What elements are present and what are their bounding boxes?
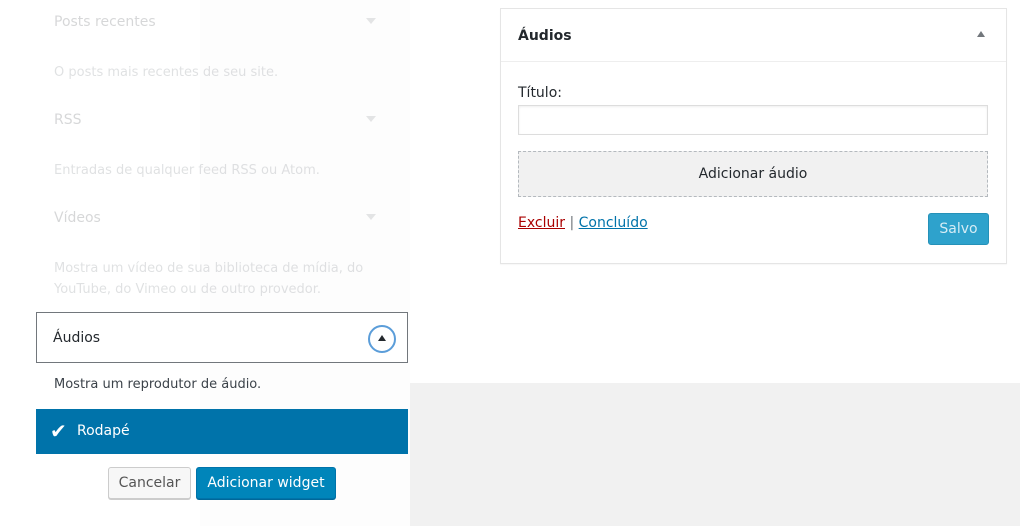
delete-link[interactable]: Excluir <box>518 215 565 231</box>
widget-description: Entradas de qualquer feed RSS ou Atom. <box>54 163 320 178</box>
cancel-button[interactable]: Cancelar <box>108 467 191 499</box>
add-audio-button[interactable]: Adicionar áudio <box>518 151 988 197</box>
widget-description: O posts mais recentes de seu site. <box>54 65 279 80</box>
chevron-down-icon <box>366 116 376 122</box>
widget-audios-selected[interactable]: Áudios <box>36 312 408 363</box>
widget-title: Vídeos <box>54 210 101 226</box>
chevron-up-icon[interactable] <box>977 31 985 37</box>
checkmark-icon: ✔ <box>50 419 67 443</box>
sidebar-option-rodape[interactable]: ✔ Rodapé <box>36 409 408 454</box>
widget-description: Mostra um vídeo de sua biblioteca de míd… <box>54 261 364 297</box>
widget-description: Mostra um reprodutor de áudio. <box>54 377 262 392</box>
panel-title: Áudios <box>518 28 572 44</box>
widget-rss[interactable]: RSS <box>54 110 394 132</box>
widget-title: RSS <box>54 112 82 128</box>
title-input[interactable] <box>518 105 988 135</box>
chevron-down-icon <box>366 18 376 24</box>
link-separator: | <box>565 215 579 231</box>
widget-settings-panel: Áudios Título: Adicionar áudio Excluir |… <box>500 8 1007 264</box>
chevron-up-icon <box>378 335 386 341</box>
chevron-down-icon <box>366 214 376 220</box>
widget-title: Posts recentes <box>54 14 156 30</box>
done-link[interactable]: Concluído <box>579 215 648 231</box>
add-widget-button[interactable]: Adicionar widget <box>196 467 336 499</box>
widget-actions: Excluir | Concluído <box>518 215 648 231</box>
widget-title: Áudios <box>53 330 101 346</box>
widget-videos[interactable]: Vídeos <box>54 208 394 230</box>
widget-posts-recentes[interactable]: Posts recentes <box>54 12 394 34</box>
title-field-label: Título: <box>518 85 562 101</box>
collapse-toggle-button[interactable] <box>368 325 396 353</box>
sidebar-option-label: Rodapé <box>77 423 130 439</box>
saved-button[interactable]: Salvo <box>928 213 989 245</box>
panel-header[interactable]: Áudios <box>501 9 1006 62</box>
